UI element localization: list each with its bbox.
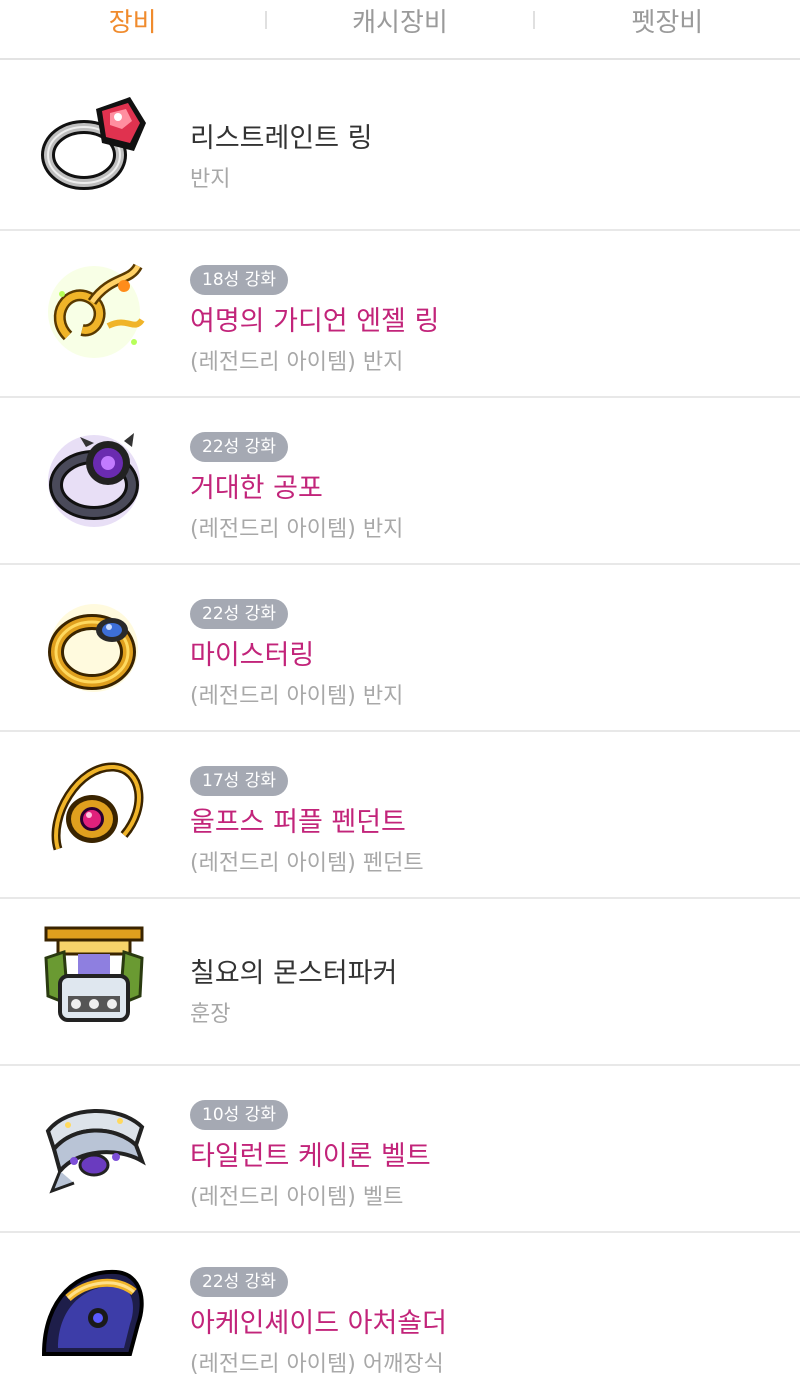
star-force-badge: 10성 강화 — [190, 1100, 288, 1130]
equipment-list-item[interactable]: 18성 강화 여명의 가디언 엔젤 링 (레전드리 아이템) 반지 — [0, 231, 800, 398]
item-category: (레전드리 아이템) 펜던트 — [190, 851, 424, 876]
equipment-list: 리스트레인트 링 반지 18성 강화 여명의 가디언 엔젤 링 (레전드리 아이… — [0, 64, 800, 1400]
item-category: 반지 — [190, 167, 231, 192]
star-force-badge: 22성 강화 — [190, 599, 288, 629]
item-category: (레전드리 아이템) 반지 — [190, 684, 404, 709]
item-name: 거대한 공포 — [190, 473, 323, 504]
tab-pet-equipment[interactable]: 펫장비 — [535, 2, 800, 57]
belt-icon — [38, 1091, 150, 1203]
equipment-list-item[interactable]: 리스트레인트 링 반지 — [0, 64, 800, 231]
pendant-icon — [38, 757, 150, 869]
star-force-badge: 22성 강화 — [190, 1267, 288, 1297]
item-category: (레전드리 아이템) 반지 — [190, 350, 404, 375]
medal-icon — [38, 924, 150, 1036]
star-force-badge: 18성 강화 — [190, 265, 288, 295]
shoulder-icon — [38, 1258, 150, 1370]
item-name: 칠요의 몬스터파커 — [190, 958, 398, 989]
item-name: 타일런트 케이론 벨트 — [190, 1141, 431, 1172]
dark-ring-icon — [38, 423, 150, 535]
item-name: 아케인셰이드 아처숄더 — [190, 1308, 447, 1339]
equipment-list-item[interactable]: 22성 강화 아케인셰이드 아처숄더 (레전드리 아이템) 어깨장식 — [0, 1233, 800, 1400]
item-name: 마이스터링 — [190, 640, 315, 671]
item-name: 울프스 퍼플 펜던트 — [190, 807, 406, 838]
equipment-list-item[interactable]: 22성 강화 거대한 공포 (레전드리 아이템) 반지 — [0, 398, 800, 565]
star-force-badge: 22성 강화 — [190, 432, 288, 462]
item-name: 여명의 가디언 엔젤 링 — [190, 306, 440, 337]
tab-equipment[interactable]: 장비 — [0, 2, 265, 57]
item-category: (레전드리 아이템) 벨트 — [190, 1185, 404, 1210]
tab-cash-equipment[interactable]: 캐시장비 — [267, 2, 532, 57]
item-name: 리스트레인트 링 — [190, 123, 373, 154]
equipment-list-item[interactable]: 칠요의 몬스터파커 훈장 — [0, 899, 800, 1066]
ruby-ring-icon — [38, 89, 150, 201]
equipment-tab-bar: 장비 캐시장비 펫장비 — [0, 0, 800, 60]
angel-ring-icon — [38, 256, 150, 368]
meister-ring-icon — [38, 590, 150, 702]
item-category: (레전드리 아이템) 반지 — [190, 517, 404, 542]
equipment-list-item[interactable]: 17성 강화 울프스 퍼플 펜던트 (레전드리 아이템) 펜던트 — [0, 732, 800, 899]
item-category: 훈장 — [190, 1002, 231, 1027]
equipment-list-item[interactable]: 22성 강화 마이스터링 (레전드리 아이템) 반지 — [0, 565, 800, 732]
equipment-list-item[interactable]: 10성 강화 타일런트 케이론 벨트 (레전드리 아이템) 벨트 — [0, 1066, 800, 1233]
item-category: (레전드리 아이템) 어깨장식 — [190, 1352, 444, 1377]
star-force-badge: 17성 강화 — [190, 766, 288, 796]
